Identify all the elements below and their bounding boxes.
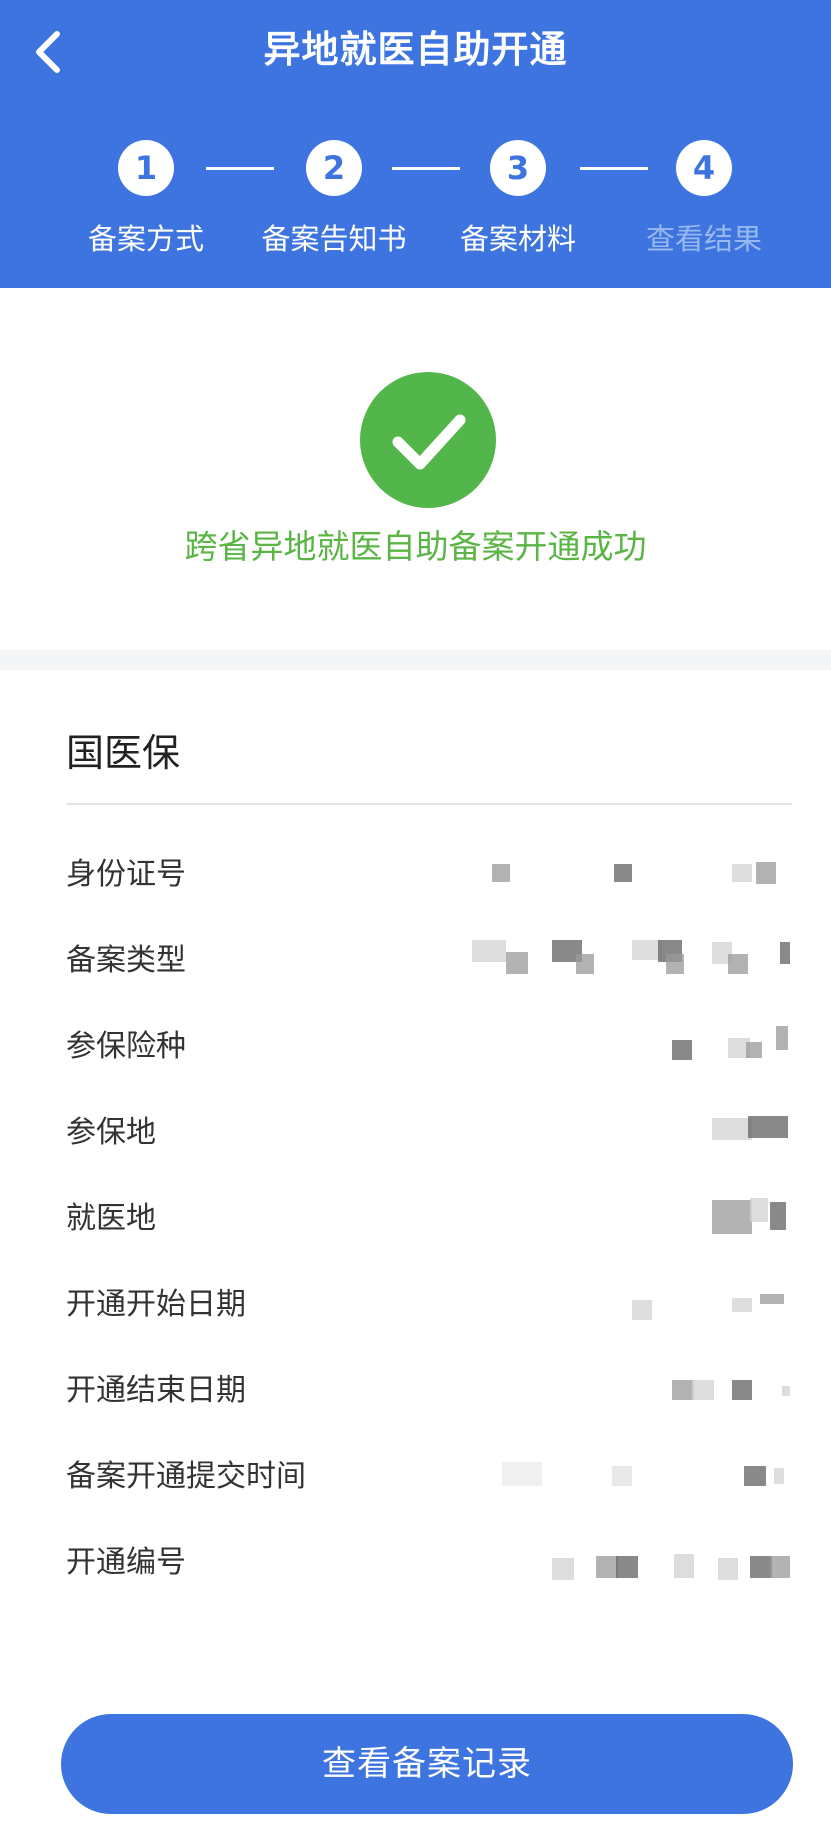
row-label: 备案开通提交时间 [66,1459,306,1494]
step-indicator: 1 2 3 4 备案方式 备案告知书 备案材料 查看结果 [0,140,831,270]
view-records-button[interactable]: 查看备案记录 [61,1714,793,1814]
detail-row-end-date: 开通结束日期 [66,1366,792,1416]
detail-row-opening-number: 开通编号 [66,1538,792,1588]
detail-row-id-number: 身份证号 [66,850,792,900]
detail-row-start-date: 开通开始日期 [66,1280,792,1330]
step-4-label: 查看结果 [645,222,762,256]
redacted-value [632,1290,792,1320]
step-1-label: 备案方式 [87,222,204,256]
divider [66,803,792,805]
step-4-circle: 4 [676,140,732,196]
step-3-circle: 3 [490,140,546,196]
check-circle-icon [360,372,496,508]
step-connector [580,167,648,170]
redacted-value [552,1548,792,1580]
step-2-circle: 2 [306,140,362,196]
row-label: 备案类型 [66,943,186,978]
row-label: 参保地 [66,1115,156,1150]
row-label: 开通开始日期 [66,1287,246,1322]
row-label: 开通编号 [66,1545,186,1580]
detail-row-insured-place: 参保地 [66,1108,792,1158]
row-label: 参保险种 [66,1029,186,1064]
step-2-label: 备案告知书 [261,222,407,256]
redacted-value [502,1462,792,1492]
detail-row-submit-time: 备案开通提交时间 [66,1452,792,1502]
detail-row-filing-type: 备案类型 [66,936,792,986]
row-label: 就医地 [66,1201,156,1236]
redacted-value [712,1116,792,1148]
result-card: 跨省异地就医自助备案开通成功 [0,288,831,650]
header-bar: 异地就医自助开通 1 2 3 4 备案方式 备案告知书 备案材料 查看结果 [0,0,831,288]
success-message: 跨省异地就医自助备案开通成功 [184,527,647,566]
row-label: 身份证号 [66,857,186,892]
section-title: 国医保 [66,731,181,775]
redacted-value [672,1026,792,1062]
row-label: 开通结束日期 [66,1373,246,1408]
step-connector [206,167,274,170]
redacted-value [672,1376,792,1406]
step-3-label: 备案材料 [459,222,576,256]
detail-row-treatment-place: 就医地 [66,1194,792,1244]
redacted-value [712,1198,792,1234]
page-title: 异地就医自助开通 [263,28,568,71]
redacted-value [472,940,792,976]
step-1-circle: 1 [118,140,174,196]
detail-row-insurance-type: 参保险种 [66,1022,792,1072]
step-connector [392,167,460,170]
record-details-card: 国医保 身份证号 备案类型 参保险种 参保地 就医地 开通开始日期 开通结束日期… [0,670,831,1838]
redacted-value [492,860,792,890]
